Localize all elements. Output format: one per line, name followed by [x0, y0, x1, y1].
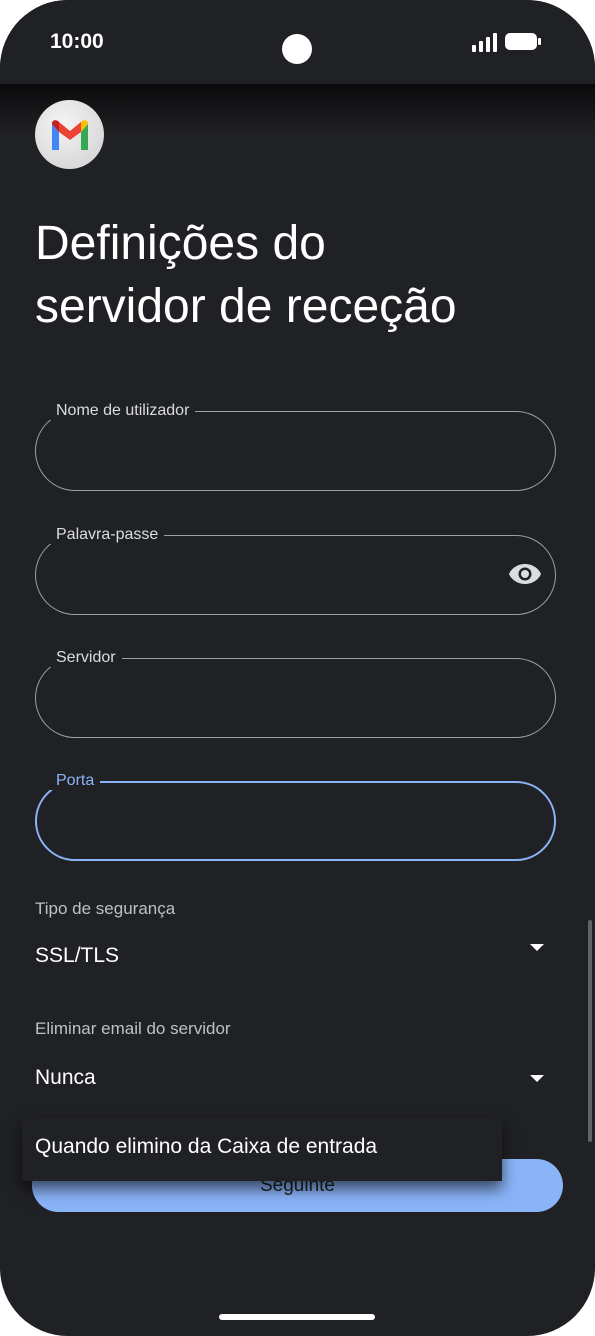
server-field[interactable]: [35, 658, 556, 738]
title-line-1: Definições do: [35, 217, 326, 270]
gmail-logo: [35, 100, 104, 169]
camera-cutout: [282, 34, 312, 64]
show-password-eye-icon[interactable]: [508, 562, 542, 586]
username-field[interactable]: [35, 411, 556, 491]
delete-email-select[interactable]: Nunca: [35, 1066, 96, 1090]
password-label: Palavra-passe: [50, 526, 165, 544]
security-type-select[interactable]: SSL/TLS: [35, 944, 119, 968]
password-field[interactable]: [35, 535, 556, 615]
status-bar: 10:00: [0, 0, 595, 84]
dropdown-option-inbox[interactable]: Quando elimino da Caixa de entrada: [35, 1135, 377, 1159]
signal-icon: [472, 33, 497, 52]
server-label: Servidor: [50, 649, 122, 667]
status-time: 10:00: [50, 30, 104, 53]
phone-screen: 10:00 Definições do servidor de receção …: [0, 0, 595, 1336]
dropdown-menu: Quando elimino da Caixa de entrada: [22, 1117, 502, 1181]
security-type-label: Tipo de segurança: [35, 899, 176, 918]
page-title: Definições do servidor de receção: [35, 212, 575, 338]
title-line-2: servidor de receção: [35, 280, 457, 333]
home-indicator[interactable]: [219, 1314, 375, 1320]
security-dropdown-icon[interactable]: [530, 944, 544, 951]
delete-email-dropdown-icon[interactable]: [530, 1075, 544, 1082]
username-label: Nome de utilizador: [50, 402, 196, 420]
port-label: Porta: [50, 772, 101, 790]
port-field[interactable]: [35, 781, 556, 861]
scrollbar[interactable]: [588, 920, 592, 1142]
battery-icon: [505, 33, 541, 50]
gmail-m-icon: [52, 120, 88, 150]
delete-email-label: Eliminar email do servidor: [35, 1019, 231, 1038]
